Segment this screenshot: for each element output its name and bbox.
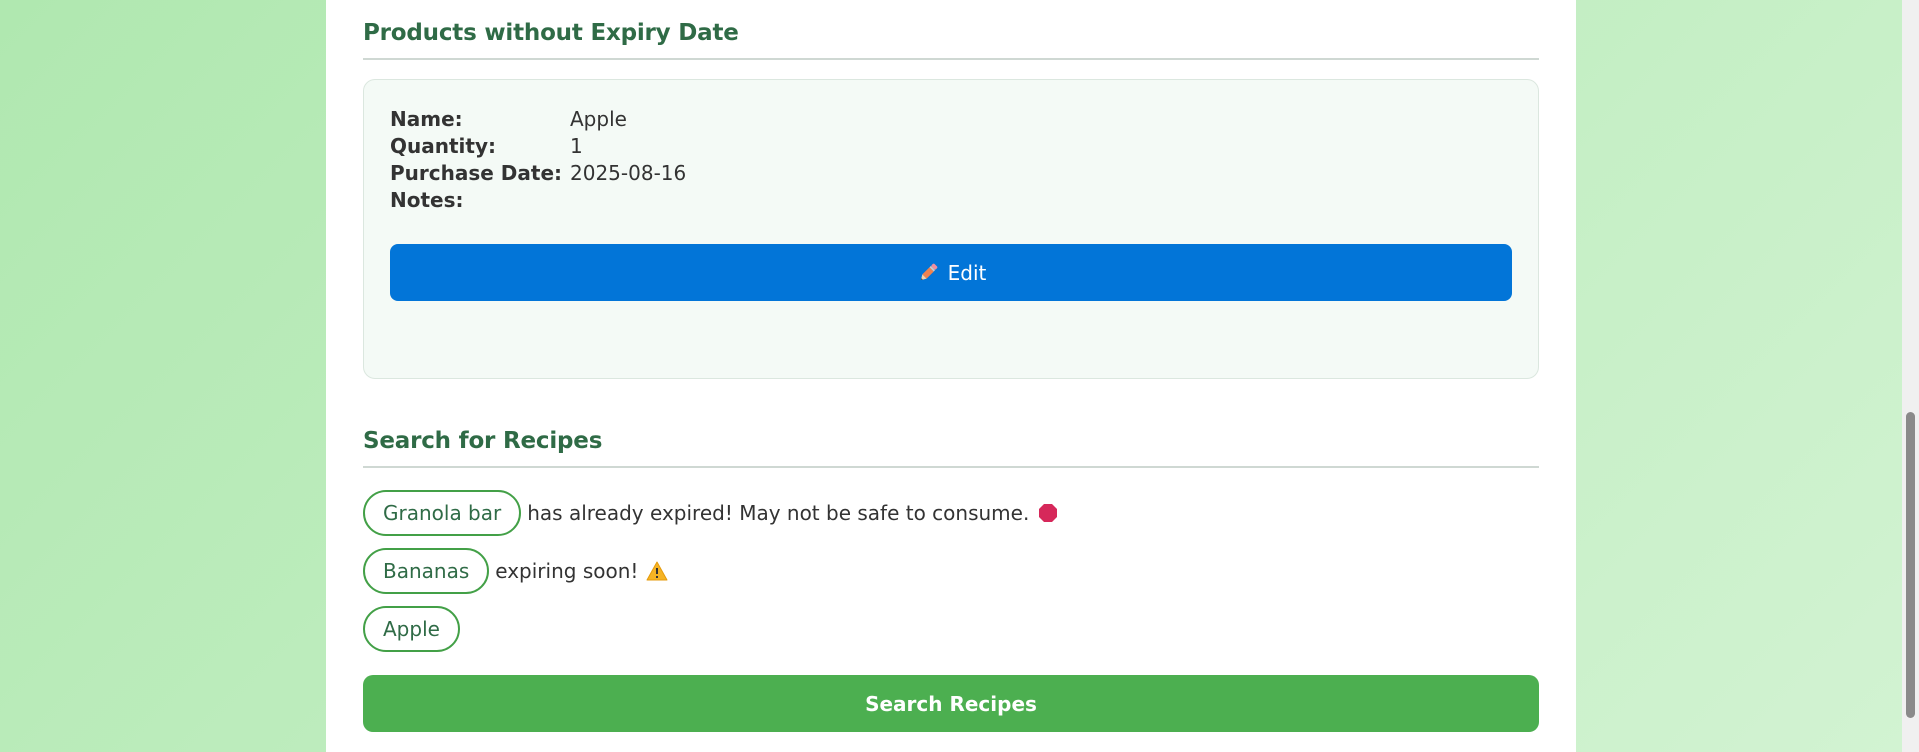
field-value-purchase-date: 2025-08-16 [570, 161, 687, 185]
product-card: Name: Apple Quantity: 1 Purchase Date: 2… [363, 79, 1539, 379]
section-divider [363, 58, 1539, 60]
section-title-recipes: Search for Recipes [363, 428, 603, 454]
edit-button-label: Edit [947, 260, 987, 285]
field-value-quantity: 1 [570, 134, 583, 158]
main-content-panel: Products without Expiry Date Name: Apple… [326, 0, 1576, 752]
field-value-name: Apple [570, 107, 627, 131]
scrollbar-thumb[interactable] [1906, 412, 1915, 718]
warning-icon [646, 560, 668, 582]
edit-button[interactable]: Edit [390, 244, 1512, 301]
ingredient-row-apple: Apple [363, 605, 460, 653]
expiring-soon-message: expiring soon! [495, 559, 639, 583]
vertical-scrollbar[interactable] [1902, 0, 1919, 752]
search-recipes-button[interactable]: Search Recipes [363, 675, 1539, 732]
ingredient-row-granola-bar: Granola bar has already expired! May not… [363, 489, 1059, 537]
field-label-name: Name: [390, 107, 463, 131]
field-label-quantity: Quantity: [390, 134, 496, 158]
red-stop-icon [1037, 502, 1059, 524]
ingredient-row-bananas: Bananas expiring soon! [363, 547, 668, 595]
section-title-no-expiry: Products without Expiry Date [363, 20, 739, 46]
ingredient-chip-apple[interactable]: Apple [363, 606, 460, 652]
section-divider [363, 466, 1539, 468]
expired-message: has already expired! May not be safe to … [527, 501, 1030, 525]
field-label-purchase-date: Purchase Date: [390, 161, 563, 185]
field-label-notes: Notes: [390, 188, 464, 212]
ingredient-chip-bananas[interactable]: Bananas [363, 548, 490, 594]
pencil-icon [916, 261, 940, 285]
ingredient-chip-granola-bar[interactable]: Granola bar [363, 490, 522, 536]
